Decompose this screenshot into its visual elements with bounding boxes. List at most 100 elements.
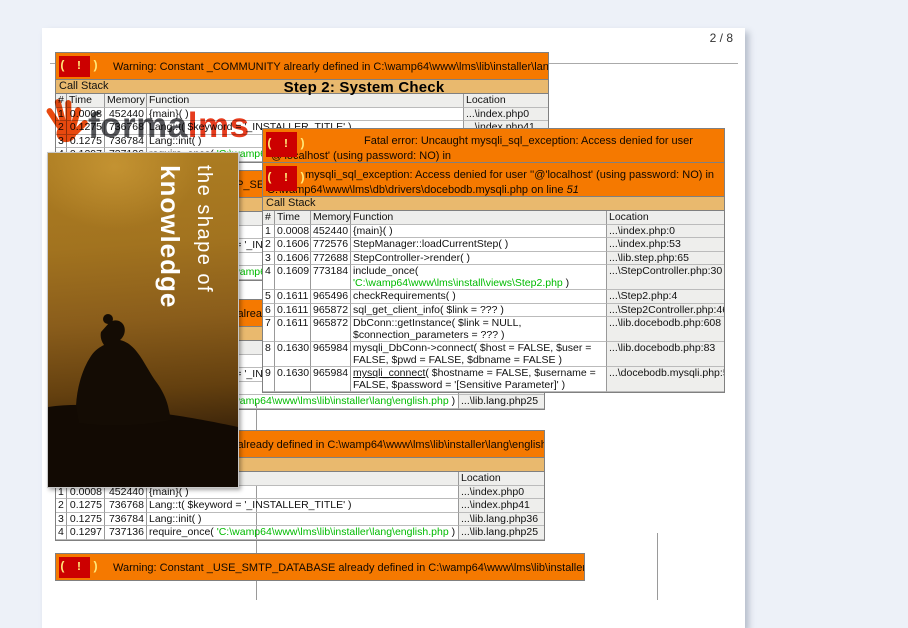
stack-cell: 0.1630 <box>275 367 311 392</box>
stack-header-row: #TimeMemoryFunctionLocation <box>263 211 724 225</box>
stack-header-cell: # <box>263 211 275 225</box>
stack-cell: 965984 <box>311 367 351 392</box>
stack-cell: 0.1609 <box>275 265 311 290</box>
function-text: sql_get_client_info( $link = ??? ) <box>353 304 504 316</box>
stack-cell: 7 <box>263 317 275 342</box>
stack-row: 20.1275736768Lang::t( $keyword = '_INSTA… <box>56 499 544 513</box>
stack-header-cell: Function <box>351 211 607 225</box>
stack-cell: 772576 <box>311 238 351 252</box>
stack-cell: 965872 <box>311 304 351 318</box>
stack-row: 90.1630965984mysqli_connect( $hostname =… <box>263 367 724 392</box>
poster-caption: the shape of knowledge <box>153 165 220 410</box>
stack-cell: ...\docebodb.mysqli.php:51 <box>607 367 724 392</box>
stack-cell: ...\index.php0 <box>459 486 544 500</box>
stack-cell: require_once( 'C:\wamp64\www\lms\lib\ins… <box>147 526 459 540</box>
stack-cell: 0.1611 <box>275 317 311 342</box>
call-stack-table: #TimeMemoryFunctionLocation10.0008452440… <box>262 211 725 393</box>
formalms-hand-icon <box>44 96 88 146</box>
stack-cell: 1 <box>263 225 275 239</box>
stack-cell: 965984 <box>311 342 351 367</box>
warning-text: Warning: Constant _USE_SMTP_DATABASE alr… <box>56 554 584 574</box>
function-text: ) <box>449 526 455 538</box>
stack-cell: DbConn::getInstance( $link = NULL, $conn… <box>351 317 607 342</box>
stack-cell: include_once( 'C:\wamp64\www\lms\install… <box>351 265 607 290</box>
stack-cell: StepManager::loadCurrentStep( ) <box>351 238 607 252</box>
stack-row: 60.1611965872sql_get_client_info( $link … <box>263 304 724 318</box>
function-text: require_once( <box>149 526 217 538</box>
stack-cell: 0.1606 <box>275 252 311 266</box>
stack-cell: ...\index.php:0 <box>607 225 724 239</box>
stack-cell: ...\StepController.php:30 <box>607 265 724 290</box>
error-exclamation-icon: ( ! ) <box>266 132 297 157</box>
stack-cell: 0.1275 <box>67 513 105 527</box>
error-exclamation-icon: ( ! ) <box>266 166 297 191</box>
warning-banner: ( ! ) Warning: Constant _COMMUNITY alrea… <box>55 52 549 80</box>
stack-cell: ...\lib.step.php:65 <box>607 252 724 266</box>
stack-row: 50.1611965496checkRequirements( )...\Ste… <box>263 290 724 304</box>
stack-cell: 0.0008 <box>275 225 311 239</box>
stack-cell: Lang::init( ) <box>147 513 459 527</box>
stack-cell: 4 <box>263 265 275 290</box>
stack-cell: ...\lib.docebodb.php:83 <box>607 342 724 367</box>
error-exclamation-icon: ( ! ) <box>59 56 90 77</box>
stack-cell: ...\index.php41 <box>459 499 544 513</box>
error-exclamation-icon: ( ! ) <box>59 557 90 578</box>
logo-text-lms: lms <box>188 106 250 146</box>
function-text: 'C:\wamp64\www\lms\lib\installer\lang\en… <box>217 395 449 407</box>
stack-row: 20.1606772576StepManager::loadCurrentSte… <box>263 238 724 252</box>
stack-cell: 0.1630 <box>275 342 311 367</box>
exception-text: mysqli_sql_exception: Access denied for … <box>263 163 724 197</box>
stack-cell: ...\lib.lang.php36 <box>459 513 544 527</box>
stack-header-cell: Time <box>275 211 311 225</box>
stack-cell: 0.1611 <box>275 304 311 318</box>
function-text: DbConn::getInstance( $link = NULL, $conn… <box>353 317 521 341</box>
function-text: 'C:\wamp64\www\lms\install\views\Step2.p… <box>353 277 563 289</box>
print-preview-page: 2 / 8 ( ! ) Warning: Constant _COMMUNITY… <box>42 28 745 628</box>
php-doc-link[interactable]: mysqli_connect <box>353 367 425 379</box>
stack-cell: 0.1275 <box>67 499 105 513</box>
stack-cell: 3 <box>263 252 275 266</box>
stack-cell: StepController->render( ) <box>351 252 607 266</box>
stack-cell: 0.1611 <box>275 290 311 304</box>
stack-header-cell: Location <box>459 472 544 486</box>
stack-header-cell: Location <box>464 94 548 108</box>
function-text: 'C:\wamp64\www\lms\lib\installer\lang\en… <box>217 526 449 538</box>
warning-block-smtp-database: ( ! ) Warning: Constant _USE_SMTP_DATABA… <box>55 553 585 581</box>
page-number: 2 / 8 <box>710 31 733 45</box>
stack-cell: {main}( ) <box>351 225 607 239</box>
stack-header-cell: Memory <box>311 211 351 225</box>
function-text: Lang::init( ) <box>149 513 202 525</box>
stack-cell: 773184 <box>311 265 351 290</box>
stack-row: 70.1611965872DbConn::getInstance( $link … <box>263 317 724 342</box>
function-text: ) <box>563 277 569 289</box>
stack-cell: mysqli_DbConn->connect( $host = FALSE, $… <box>351 342 607 367</box>
stack-cell: 6 <box>263 304 275 318</box>
stack-cell: 2 <box>263 238 275 252</box>
stack-cell: 3 <box>56 513 67 527</box>
function-text: include_once( <box>353 265 418 277</box>
function-text: StepController->render( ) <box>353 252 470 264</box>
stack-cell: 736768 <box>105 499 147 513</box>
stack-cell: 4 <box>56 526 67 540</box>
function-text: ) <box>449 395 455 407</box>
stack-cell: 0.1606 <box>275 238 311 252</box>
stack-header-cell: Location <box>607 211 724 225</box>
stack-cell: Lang::t( $keyword = '_INSTALLER_TITLE' ) <box>147 499 459 513</box>
stack-cell: ...\lib.docebodb.php:608 <box>607 317 724 342</box>
stack-cell: ...\lib.lang.php25 <box>459 526 544 540</box>
stack-cell: ...\Step2Controller.php:46 <box>607 304 724 318</box>
fatal-error-block: ( ! ) Fatal error: Uncaught mysqli_sql_e… <box>262 128 725 393</box>
fatal-error-text: Fatal error: Uncaught mysqli_sql_excepti… <box>263 129 724 163</box>
stack-cell: 452440 <box>311 225 351 239</box>
logo-text-forma: forma <box>88 106 188 146</box>
stack-cell: ...\Step2.php:4 <box>607 290 724 304</box>
stack-cell: ...\lib.lang.php25 <box>459 395 544 409</box>
call-stack-caption: Call Stack <box>262 197 725 211</box>
page-title: Step 2: System Check <box>274 79 454 96</box>
stack-row: 40.1609773184include_once( 'C:\wamp64\ww… <box>263 265 724 290</box>
stack-cell: sql_get_client_info( $link = ??? ) <box>351 304 607 318</box>
warning-text: Warning: Constant _COMMUNITY alrearly de… <box>56 53 548 73</box>
stack-cell: 737136 <box>105 526 147 540</box>
stack-row: 30.1275736784Lang::init( )...\lib.lang.p… <box>56 513 544 527</box>
stack-cell: 8 <box>263 342 275 367</box>
